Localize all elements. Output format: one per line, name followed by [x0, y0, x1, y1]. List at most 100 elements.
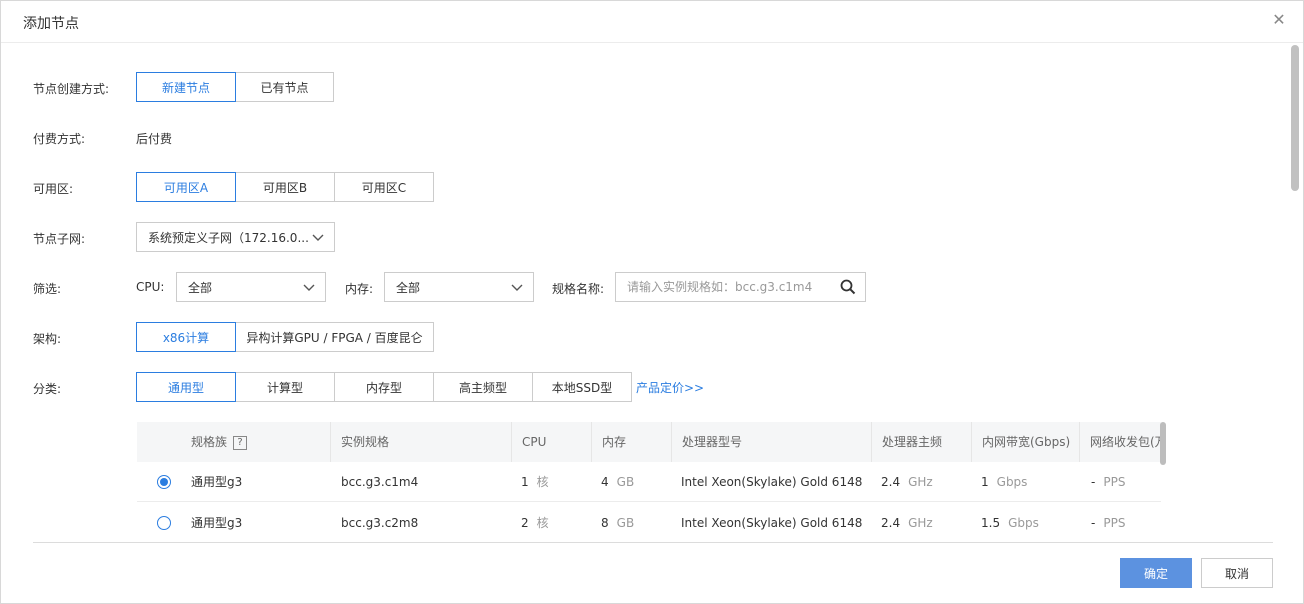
- cpu-value: 1: [521, 475, 529, 489]
- memory-value: 8: [601, 516, 609, 530]
- table-header: 规格族? 实例规格 CPU 内存 处理器型号 处理器主频 内网带宽(Gbps) …: [137, 422, 1161, 462]
- cpu-value: 2: [521, 516, 529, 530]
- filter-label: 筛选:: [33, 282, 62, 296]
- bandwidth-unit: Gbps: [996, 475, 1028, 489]
- memory-unit: GB: [616, 475, 635, 489]
- frequency-unit: GHz: [908, 475, 933, 489]
- creation-method-segment: 新建节点 已有节点: [136, 72, 334, 102]
- header-family-label: 规格族: [191, 435, 228, 449]
- dialog-title: 添加节点: [23, 16, 79, 32]
- pps-unit: PPS: [1103, 516, 1126, 530]
- option-existing-node[interactable]: 已有节点: [235, 72, 334, 102]
- cell-cpu: 2核: [521, 503, 549, 543]
- zone-segment: 可用区A 可用区B 可用区C: [136, 172, 434, 202]
- cell-memory: 8 GB: [601, 503, 634, 543]
- option-local-ssd[interactable]: 本地SSD型: [532, 372, 632, 402]
- confirm-button[interactable]: 确定: [1120, 558, 1192, 588]
- option-high-freq[interactable]: 高主频型: [433, 372, 533, 402]
- dialog-header: 添加节点 ✕: [1, 1, 1303, 43]
- cell-family: 通用型g3: [191, 516, 243, 530]
- header-bandwidth: 内网带宽(Gbps): [971, 422, 1079, 462]
- header-spec: 实例规格: [330, 422, 510, 462]
- cpu-unit: 核: [536, 475, 549, 489]
- option-zone-b[interactable]: 可用区B: [235, 172, 335, 202]
- option-new-node[interactable]: 新建节点: [136, 72, 236, 102]
- chevron-down-icon: [312, 234, 324, 241]
- cpu-filter-value: 全部: [188, 280, 213, 295]
- row-radio[interactable]: [157, 475, 171, 489]
- category-segment: 通用型 计算型 内存型 高主频型 本地SSD型: [136, 372, 632, 402]
- creation-method-label: 节点创建方式:: [33, 82, 110, 96]
- chevron-down-icon: [511, 284, 523, 291]
- vertical-scrollbar[interactable]: [1291, 45, 1299, 191]
- cell-processor: Intel Xeon(Skylake) Gold 6148: [681, 475, 863, 489]
- cell-pps: - PPS: [1091, 462, 1125, 502]
- spec-search-input[interactable]: [616, 273, 826, 301]
- pps-value: -: [1091, 516, 1096, 530]
- spec-table: 规格族? 实例规格 CPU 内存 处理器型号 处理器主频 内网带宽(Gbps) …: [137, 422, 1161, 543]
- subnet-select[interactable]: 系统预定义子网（172.16.0....: [136, 222, 335, 252]
- header-memory: 内存: [591, 422, 671, 462]
- header-cpu: CPU: [511, 422, 591, 462]
- arch-segment: x86计算 异构计算GPU / FPGA / 百度昆仑: [136, 322, 434, 352]
- pps-unit: PPS: [1103, 475, 1126, 489]
- pricing-link[interactable]: 产品定价>>: [636, 379, 704, 396]
- subnet-label: 节点子网:: [33, 232, 86, 246]
- cell-pps: - PPS: [1091, 503, 1125, 543]
- table-row[interactable]: 通用型g3 bcc.g3.c2m8 2核 8 GB Intel Xeon(Skyl…: [137, 503, 1161, 543]
- bandwidth-value: 1.5: [981, 516, 1001, 530]
- header-frequency: 处理器主频: [871, 422, 971, 462]
- option-memory[interactable]: 内存型: [334, 372, 434, 402]
- billing-value: 后付费: [136, 132, 173, 146]
- header-processor: 处理器型号: [671, 422, 871, 462]
- cell-family: 通用型g3: [191, 475, 243, 489]
- table-scrollbar[interactable]: [1160, 422, 1166, 465]
- cell-frequency: 2.4 GHz: [881, 503, 933, 543]
- cell-memory: 4 GB: [601, 462, 634, 502]
- help-icon[interactable]: ?: [233, 435, 248, 450]
- cell-bandwidth: 1.5 Gbps: [981, 503, 1039, 543]
- memory-filter-select[interactable]: 全部: [384, 272, 534, 302]
- add-node-dialog: 添加节点 ✕ 节点创建方式: 新建节点 已有节点 付费方式: 后付费 可用区: …: [0, 0, 1304, 604]
- header-pps: 网络收发包(万: [1079, 422, 1161, 462]
- frequency-value: 2.4: [881, 516, 901, 530]
- table-row[interactable]: 通用型g3 bcc.g3.c1m4 1核 4 GB Intel Xeon(Skyl…: [137, 462, 1161, 502]
- cell-spec: bcc.g3.c2m8: [341, 516, 419, 530]
- cpu-unit: 核: [536, 516, 549, 530]
- chevron-down-icon: [303, 284, 315, 291]
- option-x86[interactable]: x86计算: [136, 322, 236, 352]
- footer-divider: [33, 542, 1273, 543]
- cell-bandwidth: 1 Gbps: [981, 462, 1027, 502]
- cell-processor: Intel Xeon(Skylake) Gold 6148: [681, 516, 863, 530]
- cell-cpu: 1核: [521, 462, 549, 502]
- zone-label: 可用区:: [33, 182, 74, 196]
- arch-label: 架构:: [33, 332, 62, 346]
- cpu-filter-label: CPU:: [136, 280, 165, 294]
- pps-value: -: [1091, 475, 1096, 489]
- frequency-value: 2.4: [881, 475, 901, 489]
- option-compute[interactable]: 计算型: [235, 372, 335, 402]
- search-icon[interactable]: [840, 279, 856, 295]
- memory-filter-value: 全部: [396, 280, 421, 295]
- category-label: 分类:: [33, 382, 62, 396]
- memory-filter-label: 内存:: [345, 282, 374, 296]
- cancel-button[interactable]: 取消: [1201, 558, 1273, 588]
- close-icon[interactable]: ✕: [1271, 11, 1287, 29]
- billing-label: 付费方式:: [33, 132, 86, 146]
- row-radio[interactable]: [157, 516, 171, 530]
- option-heterogeneous[interactable]: 异构计算GPU / FPGA / 百度昆仑: [235, 322, 434, 352]
- option-general[interactable]: 通用型: [136, 372, 236, 402]
- memory-value: 4: [601, 475, 609, 489]
- header-family: 规格族?: [181, 422, 329, 462]
- bandwidth-unit: Gbps: [1008, 516, 1039, 530]
- cell-spec: bcc.g3.c1m4: [341, 475, 419, 489]
- spec-name-label: 规格名称:: [552, 282, 605, 296]
- subnet-select-value: 系统预定义子网（172.16.0....: [148, 230, 308, 245]
- cpu-filter-select[interactable]: 全部: [176, 272, 326, 302]
- option-zone-c[interactable]: 可用区C: [334, 172, 434, 202]
- frequency-unit: GHz: [908, 516, 933, 530]
- memory-unit: GB: [616, 516, 635, 530]
- spec-search-box: [615, 272, 866, 302]
- option-zone-a[interactable]: 可用区A: [136, 172, 236, 202]
- cell-frequency: 2.4 GHz: [881, 462, 933, 502]
